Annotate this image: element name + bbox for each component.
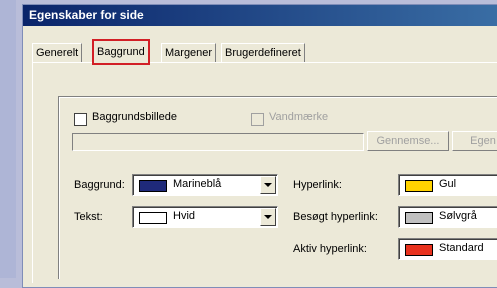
visited-hyperlink-color-select[interactable]: Sølvgrå: [398, 206, 497, 228]
dialog-title: Egenskaber for side: [29, 8, 144, 22]
background-color-value: Marineblå: [173, 178, 222, 190]
tab-background[interactable]: Baggrund: [92, 39, 150, 65]
text-color-value: Hvid: [173, 210, 196, 222]
tab-general[interactable]: Generelt: [32, 43, 83, 62]
active-hyperlink-color-value: Standard: [439, 242, 484, 254]
browse-button[interactable]: Gennemse...: [367, 131, 449, 151]
text-color-label: Tekst:: [74, 211, 103, 223]
tab-background-label: Baggrund: [97, 46, 145, 58]
hyperlink-color-swatch: [405, 180, 433, 192]
visited-hyperlink-color-swatch: [405, 212, 433, 224]
background-color-label: Baggrund:: [74, 179, 125, 191]
active-hyperlink-color-label: Aktiv hyperlink:: [293, 243, 367, 255]
properties-button[interactable]: Egen: [452, 131, 497, 151]
chevron-down-icon[interactable]: [260, 176, 276, 194]
properties-button-label: Egen: [470, 135, 496, 147]
chevron-down-icon[interactable]: [260, 208, 276, 226]
background-color-swatch: [139, 180, 167, 192]
tab-general-label: Generelt: [36, 47, 79, 59]
visited-hyperlink-color-value: Sølvgrå: [439, 210, 477, 222]
text-color-select[interactable]: Hvid: [132, 206, 278, 228]
active-hyperlink-color-swatch: [405, 244, 433, 256]
tab-margins[interactable]: Margener: [161, 43, 217, 62]
tab-margins-label: Margener: [165, 47, 213, 59]
tab-custom[interactable]: Brugerdefineret: [221, 43, 305, 62]
watermark-checkbox[interactable]: [251, 113, 264, 126]
background-image-checkbox[interactable]: [74, 113, 87, 126]
desktop-background: [0, 0, 16, 278]
tab-custom-label: Brugerdefineret: [225, 47, 301, 59]
browse-button-label: Gennemse...: [376, 135, 440, 147]
active-hyperlink-color-select[interactable]: Standard: [398, 238, 497, 260]
hyperlink-color-value: Gul: [439, 178, 457, 190]
hyperlink-color-label: Hyperlink:: [293, 179, 342, 191]
title-bar[interactable]: Egenskaber for side: [23, 5, 497, 26]
background-color-select[interactable]: Marineblå: [132, 174, 278, 196]
background-image-path-field[interactable]: [72, 133, 364, 151]
background-image-label: Baggrundsbillede: [92, 111, 178, 123]
visited-hyperlink-color-label: Besøgt hyperlink:: [293, 211, 378, 223]
text-color-swatch: [139, 212, 167, 224]
hyperlink-color-select[interactable]: Gul: [398, 174, 497, 196]
watermark-label: Vandmærke: [269, 111, 329, 123]
